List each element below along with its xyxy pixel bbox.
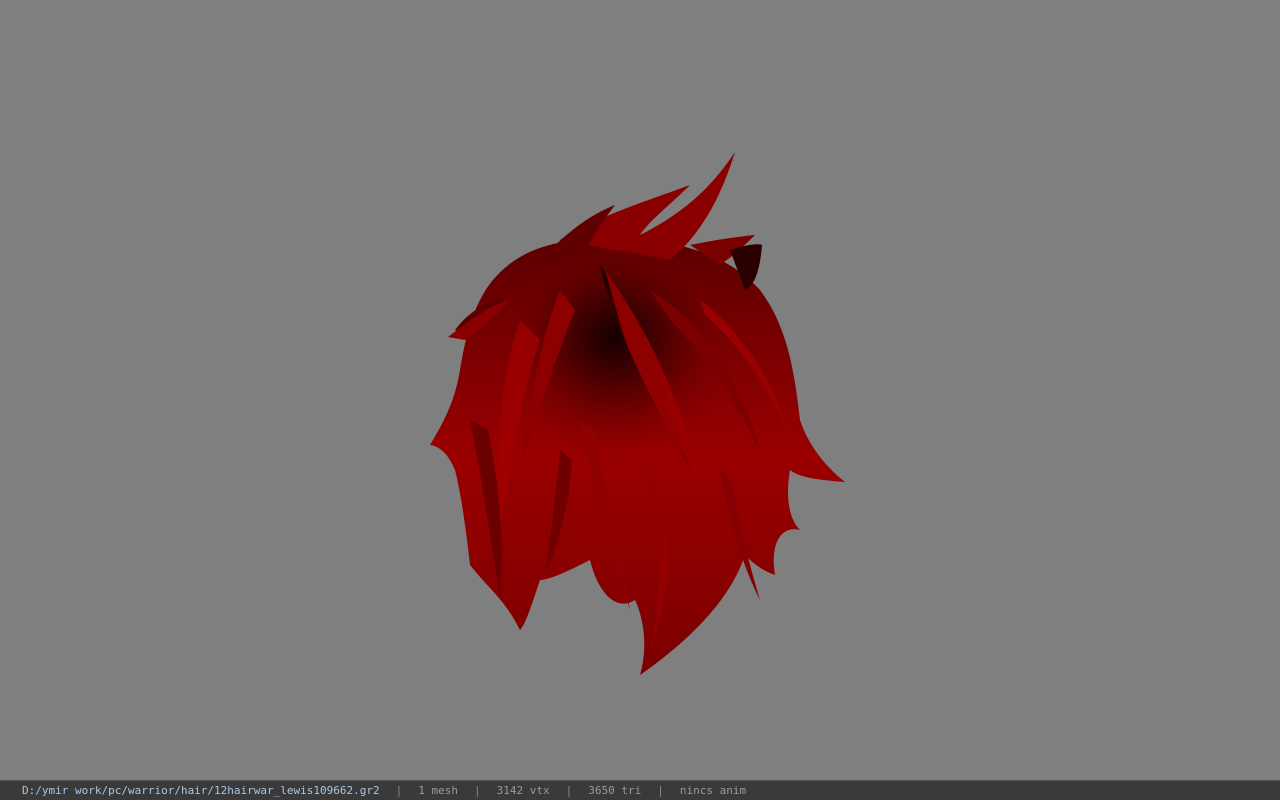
separator: | — [474, 784, 481, 797]
triangle-count-label: 3650 tri — [588, 784, 642, 797]
mesh-count-label: 1 mesh — [418, 784, 458, 797]
separator: | — [657, 784, 664, 797]
hair-model-render — [430, 152, 845, 675]
3d-viewport[interactable] — [0, 0, 1280, 780]
animation-status-label: nincs anim — [679, 784, 747, 797]
separator: | — [395, 784, 403, 797]
vertex-count-label: 3142 vtx — [496, 784, 550, 797]
separator: | — [565, 784, 573, 797]
status-bar: D:/ymir work/pc/warrior/hair/12hairwar_l… — [0, 780, 1280, 800]
file-path-label: D:/ymir work/pc/warrior/hair/12hairwar_l… — [22, 784, 380, 797]
hair-mesh — [430, 152, 845, 675]
